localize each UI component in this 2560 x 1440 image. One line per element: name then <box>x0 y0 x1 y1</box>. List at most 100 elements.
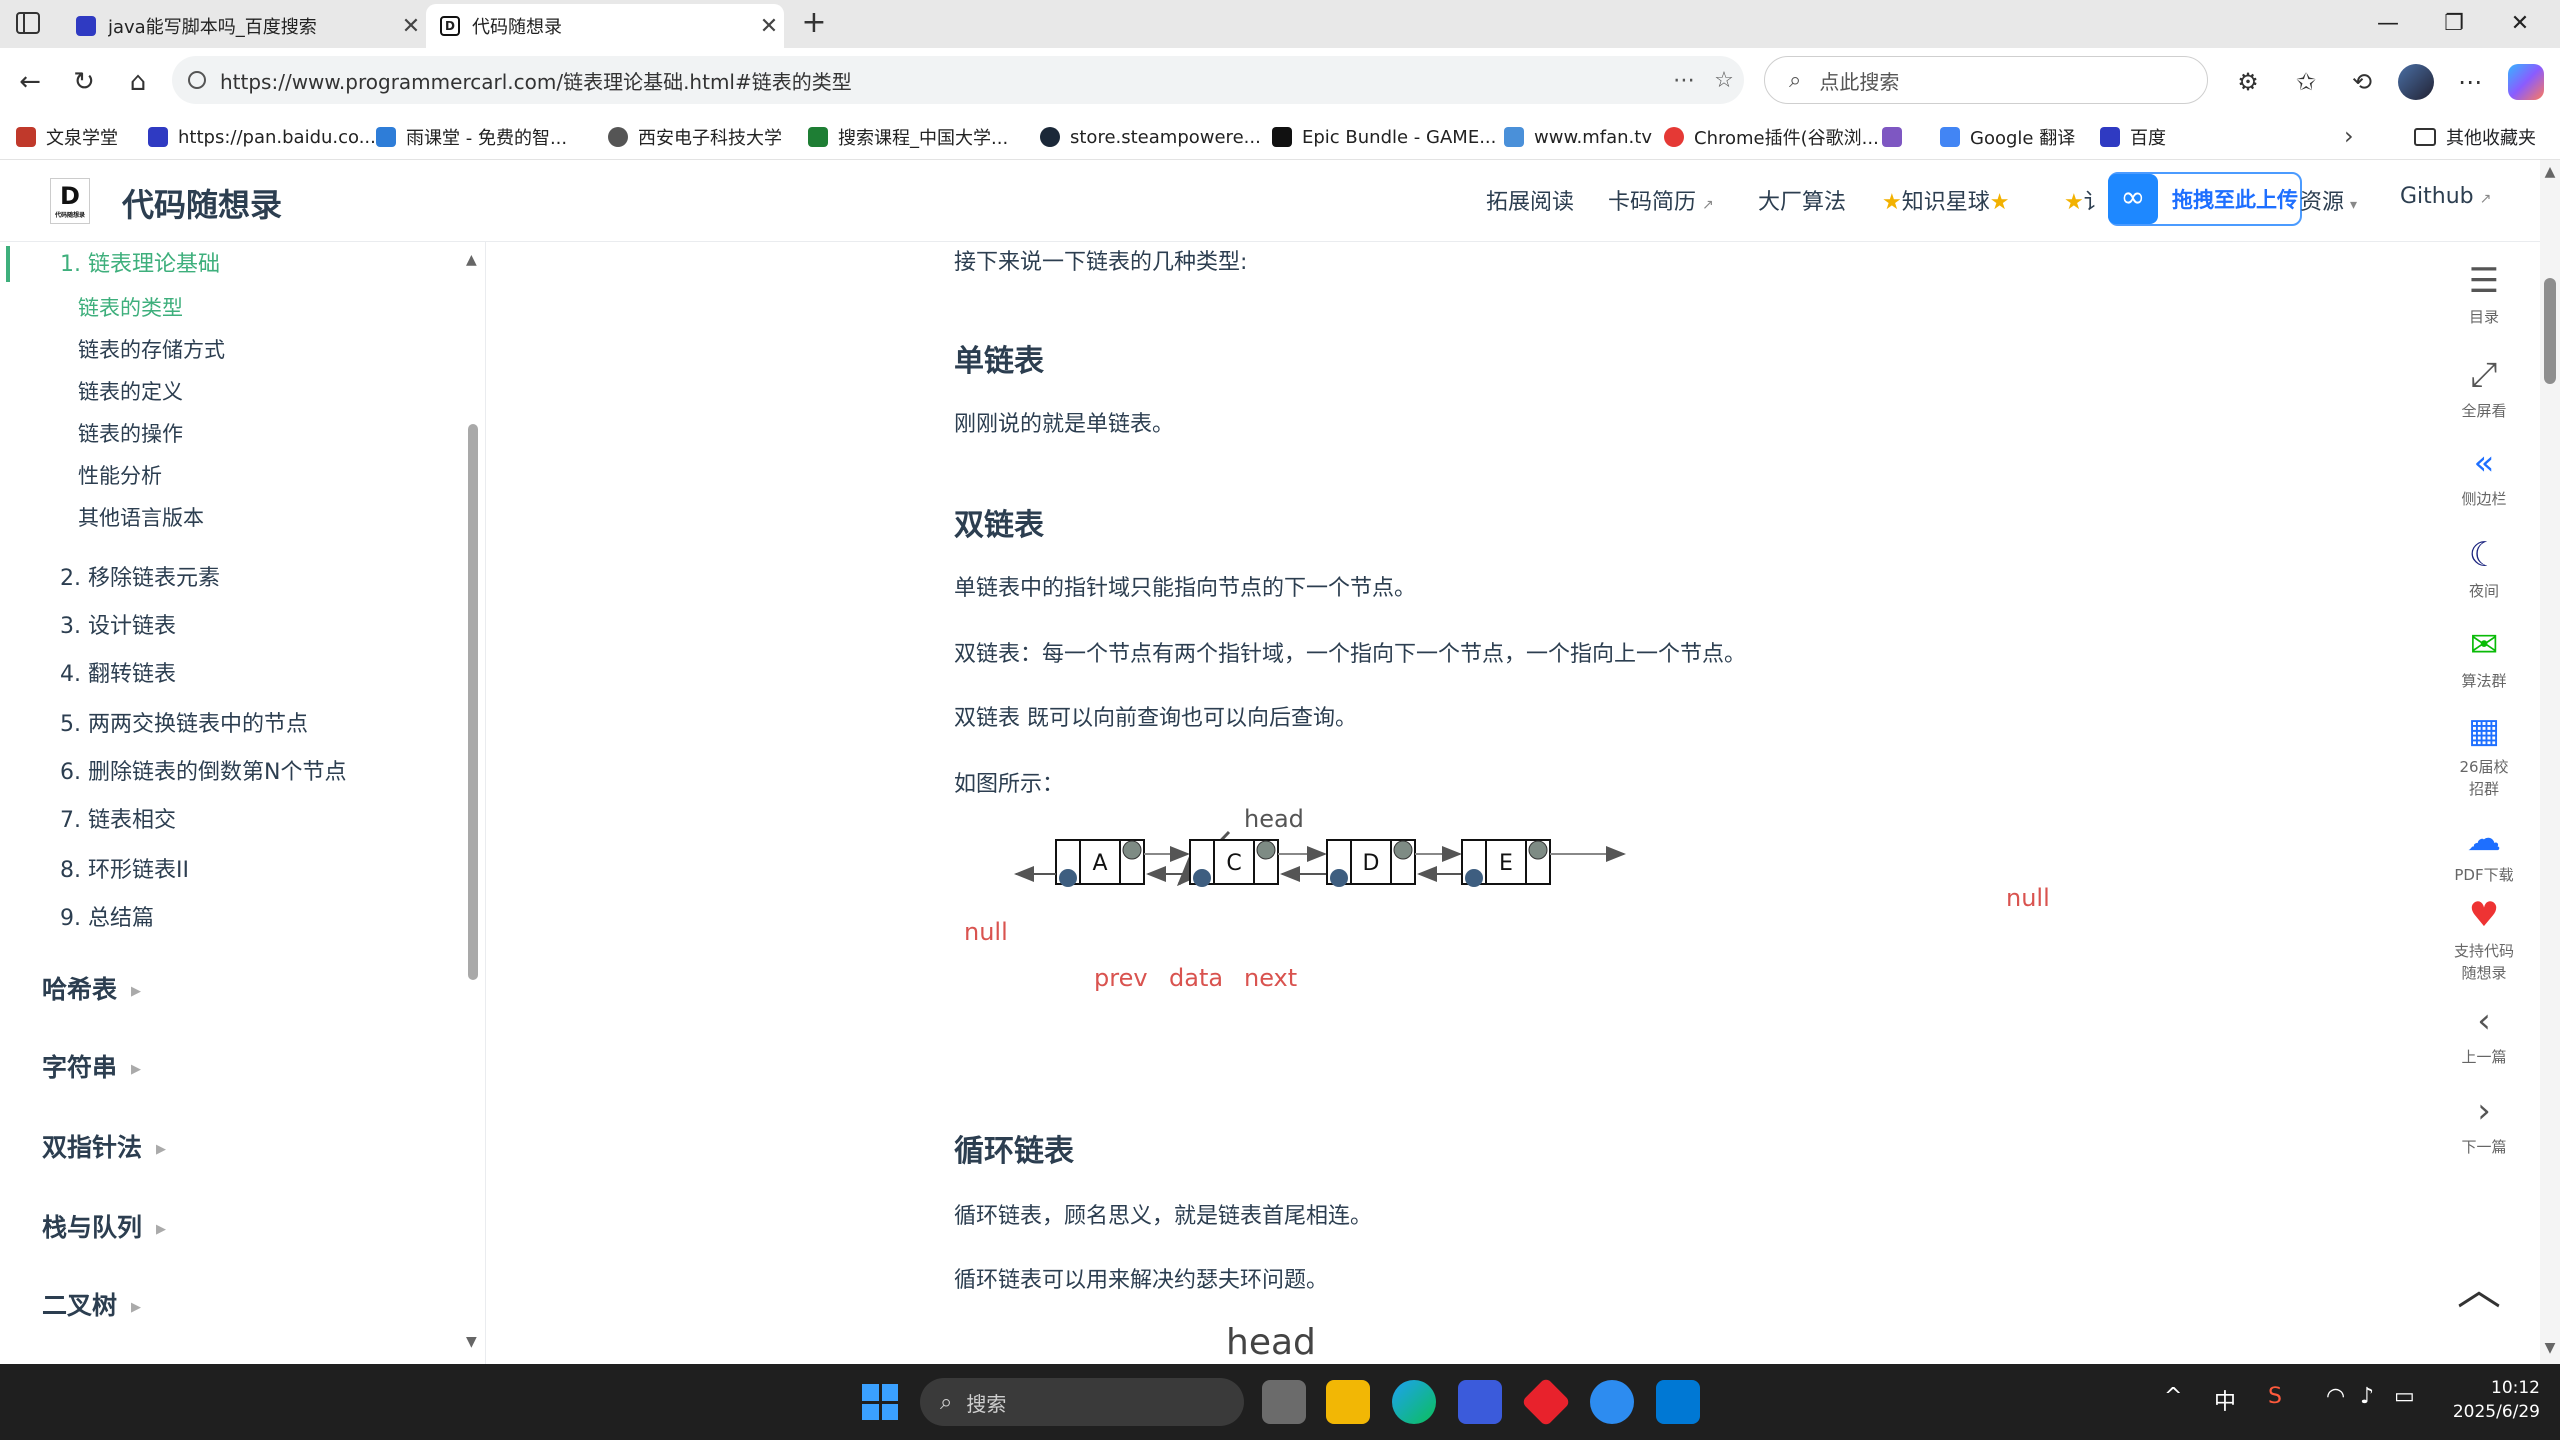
sidebar-subitem[interactable]: 其他语言版本 <box>78 502 204 532</box>
scroll-up-icon[interactable]: ▲ <box>466 252 477 268</box>
sidebar-subitem[interactable]: 链表的操作 <box>78 418 183 448</box>
bookmark-item[interactable]: 西安电子科技大学 <box>608 122 782 152</box>
sidebar-section[interactable]: 哈希表 ▶ <box>42 970 141 1006</box>
favorites-icon[interactable]: ✩ <box>2286 62 2326 102</box>
tab-baidu-search[interactable]: java能写脚本吗_百度搜索 ✕ <box>62 4 426 48</box>
sidebar-scrollbar[interactable]: ▲ ▼ <box>466 242 480 1364</box>
volume-icon[interactable]: ♪ <box>2360 1384 2374 1409</box>
tool-sidebar-toggle[interactable]: «侧边栏 <box>2432 444 2536 509</box>
app-red-diamond-icon[interactable] <box>1521 1377 1571 1427</box>
sidebar-scroll-thumb[interactable] <box>468 424 478 980</box>
nav-training[interactable]: ★讠 <box>2064 184 2106 216</box>
nav-extended-reading[interactable]: 拓展阅读 <box>1486 184 1574 216</box>
tool-toc[interactable]: ☰ 目录 <box>2432 262 2536 327</box>
bookmark-item[interactable]: 百度 <box>2100 122 2166 152</box>
site-info-icon[interactable] <box>188 71 206 89</box>
address-bar[interactable]: https://www.programmercarl.com/链表理论基础.ht… <box>172 56 1744 104</box>
page-scroll-thumb[interactable] <box>2544 278 2556 384</box>
nav-big-tech-algorithms[interactable]: 大厂算法 <box>1758 184 1846 216</box>
browser-search-box[interactable]: ⌕ 点此搜索 <box>1764 56 2208 104</box>
bookmark-item[interactable]: Google 翻译 <box>1940 122 2075 152</box>
sidebar-subitem[interactable]: 性能分析 <box>78 460 162 490</box>
new-tab-button[interactable]: + <box>796 6 832 42</box>
sidebar-section[interactable]: 二叉树 ▶ <box>42 1286 141 1322</box>
reading-mode-icon[interactable]: ⋯ <box>1664 68 1704 93</box>
sidebar-subitem[interactable]: 链表的类型 <box>78 292 183 322</box>
history-icon[interactable]: ⟲ <box>2342 62 2382 102</box>
tool-pdf-download[interactable]: ☁ PDF下载 <box>2432 820 2536 885</box>
home-button[interactable]: ⌂ <box>118 62 158 102</box>
tray-overflow-chevron-up-icon[interactable]: ^ <box>2164 1384 2182 1409</box>
chevron-right-icon[interactable]: › <box>2344 122 2354 150</box>
copilot-icon[interactable] <box>2508 64 2544 100</box>
scroll-down-icon[interactable]: ▼ <box>466 1334 477 1350</box>
tool-campus-recruit-group[interactable]: ▦ 26届校招群 <box>2432 712 2536 800</box>
taskbar-search[interactable]: ⌕ 搜索 <box>920 1378 1244 1426</box>
more-menu-icon[interactable]: ⋯ <box>2450 62 2490 102</box>
other-favorites-folder[interactable]: 其他收藏夹 <box>2414 122 2536 152</box>
wifi-icon[interactable]: ◠ <box>2326 1384 2345 1409</box>
bookmark-item[interactable]: 雨课堂 - 免费的智... <box>376 122 567 152</box>
sidebar-subitem[interactable]: 链表的定义 <box>78 376 183 406</box>
system-clock[interactable]: 10:12 2025/6/29 <box>2428 1376 2540 1424</box>
restore-button[interactable]: ❐ <box>2424 6 2484 42</box>
sidebar-item[interactable]: 3. 设计链表 <box>60 608 176 640</box>
bookmark-item[interactable]: https://pan.baidu.co... <box>148 122 376 152</box>
microsoft-store-icon[interactable] <box>1458 1380 1502 1424</box>
windows-start-icon[interactable] <box>862 1384 898 1420</box>
bookmark-item[interactable]: www.mfan.tv <box>1504 122 1652 152</box>
tab-programmercarl[interactable]: D 代码随想录 ✕ <box>426 4 784 48</box>
close-tab-icon[interactable]: ✕ <box>396 14 426 39</box>
file-explorer-icon[interactable] <box>1326 1380 1370 1424</box>
minimize-button[interactable]: — <box>2358 6 2418 42</box>
sidebar-item[interactable]: 2. 移除链表元素 <box>60 560 220 592</box>
sidebar-item[interactable]: 6. 删除链表的倒数第N个节点 <box>60 754 346 786</box>
drag-upload-button[interactable]: ∞ 拖拽至此上传 <box>2108 172 2302 226</box>
tool-next-article[interactable]: › 下一篇 <box>2432 1092 2536 1157</box>
nav-resources[interactable]: 资源 ▾ <box>2300 184 2357 216</box>
nav-resume[interactable]: 卡码简历 ↗ <box>1608 184 1714 216</box>
bookmark-item[interactable]: 文泉学堂 <box>16 122 118 152</box>
scroll-down-icon[interactable]: ▼ <box>2540 1340 2560 1356</box>
task-view-icon[interactable] <box>1262 1380 1306 1424</box>
sidebar-item[interactable]: 9. 总结篇 <box>60 900 154 932</box>
sidebar-subitem[interactable]: 链表的存储方式 <box>78 334 225 364</box>
vscode-icon[interactable] <box>1656 1380 1700 1424</box>
nav-knowledge-planet[interactable]: ★知识星球★ <box>1882 184 2009 216</box>
help-icon[interactable] <box>1590 1380 1634 1424</box>
bookmark-item[interactable]: Epic Bundle - GAME... <box>1272 122 1496 152</box>
sidebar-item[interactable]: 5. 两两交换链表中的节点 <box>60 706 308 738</box>
tool-support[interactable]: ♥ 支持代码随想录 <box>2432 896 2536 984</box>
tool-previous-article[interactable]: ‹ 上一篇 <box>2432 1002 2536 1067</box>
bookmark-item[interactable]: Chrome插件(谷歌浏... <box>1664 122 1879 152</box>
refresh-button[interactable]: ↻ <box>64 62 104 102</box>
close-window-button[interactable]: ✕ <box>2490 6 2550 42</box>
extensions-icon[interactable]: ⚙ <box>2228 62 2268 102</box>
back-button[interactable]: ← <box>10 62 50 102</box>
bookmark-item[interactable]: 搜索课程_中国大学... <box>808 122 1008 152</box>
page-scrollbar[interactable]: ▲ ▼ <box>2540 160 2560 1364</box>
sidebar-item-linked-list-basics[interactable]: 1. 链表理论基础 <box>60 246 220 278</box>
url-text[interactable]: https://www.programmercarl.com/链表理论基础.ht… <box>220 66 1664 95</box>
sidebar-section[interactable]: 栈与队列 ▶ <box>42 1208 166 1244</box>
nav-github[interactable]: Github ↗ <box>2400 184 2491 209</box>
tab-actions-icon[interactable] <box>16 12 40 34</box>
sidebar-item[interactable]: 8. 环形链表II <box>60 852 189 884</box>
favorite-star-icon[interactable]: ☆ <box>1704 68 1744 93</box>
bookmark-item[interactable]: store.steampowere... <box>1040 122 1261 152</box>
ime-indicator[interactable]: 中 <box>2214 1384 2236 1416</box>
sidebar-section[interactable]: 双指针法 ▶ <box>42 1128 166 1164</box>
tool-night-mode[interactable]: ☾ 夜间 <box>2432 536 2536 601</box>
site-logo[interactable]: D 代码随想录 <box>50 178 90 224</box>
sidebar-item[interactable]: 7. 链表相交 <box>60 802 176 834</box>
close-tab-icon[interactable]: ✕ <box>754 14 784 39</box>
bookmark-item[interactable] <box>1882 122 1912 152</box>
site-title[interactable]: 代码随想录 <box>122 180 282 226</box>
scroll-up-icon[interactable]: ▲ <box>2540 164 2560 180</box>
sidebar-item[interactable]: 4. 翻转链表 <box>60 656 176 688</box>
sogou-ime-icon[interactable]: S <box>2268 1384 2282 1409</box>
back-to-top-chevron-up-icon[interactable]: ︿ <box>2454 1265 2504 1315</box>
profile-avatar[interactable] <box>2398 64 2434 100</box>
tool-fullscreen[interactable]: ⤢ 全屏看 <box>2432 356 2536 421</box>
battery-icon[interactable]: ▭ <box>2394 1384 2415 1409</box>
